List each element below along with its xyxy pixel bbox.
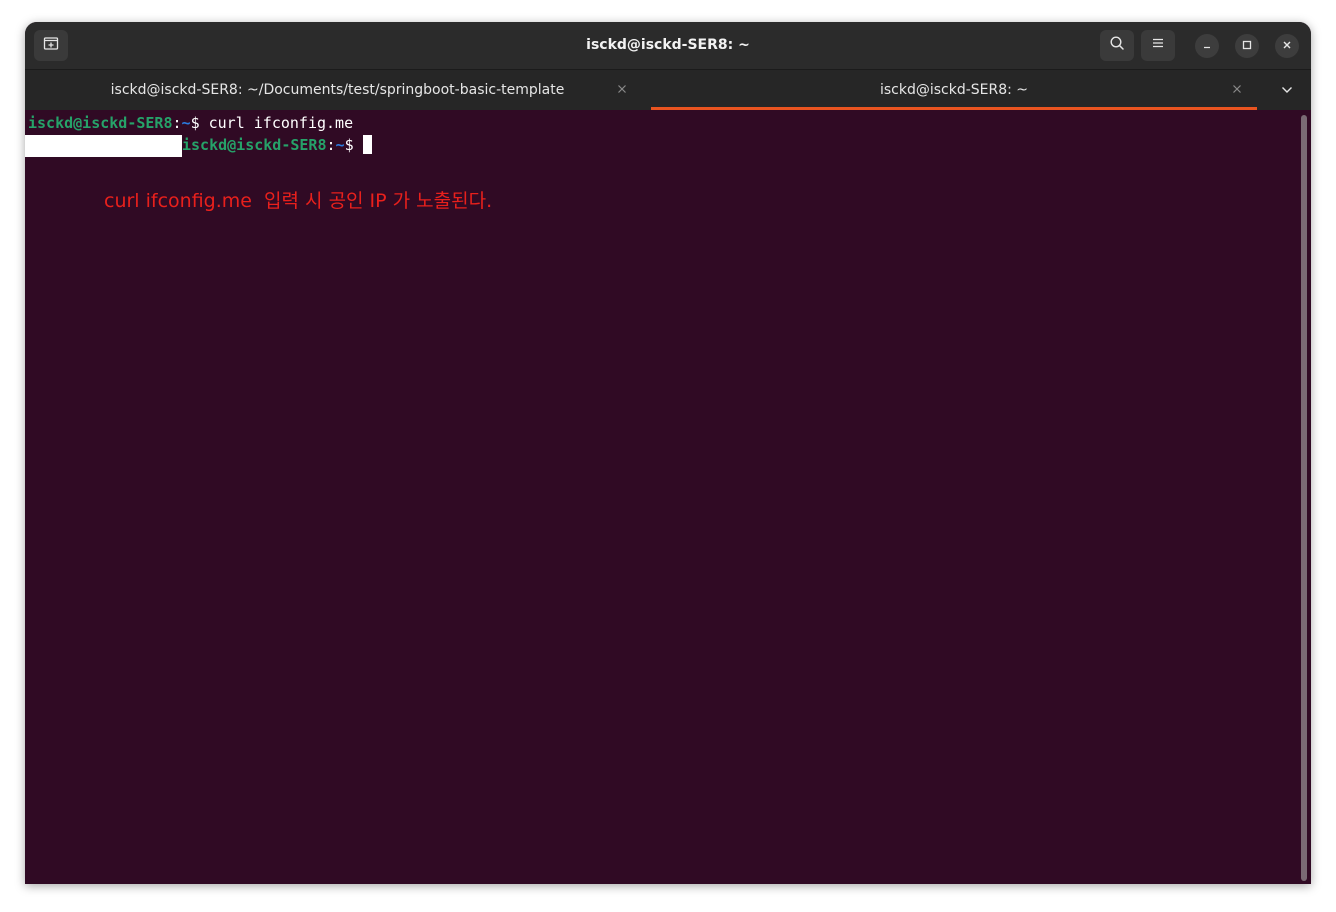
prompt-dollar: $ bbox=[344, 136, 363, 154]
search-button[interactable] bbox=[1100, 30, 1134, 61]
prompt-path: ~ bbox=[181, 114, 191, 132]
maximize-icon bbox=[1242, 37, 1252, 55]
tab-home-active[interactable]: isckd@isckd-SER8: ~ bbox=[651, 70, 1257, 110]
prompt-user-host: isckd@isckd-SER8 bbox=[182, 136, 327, 154]
chevron-down-icon bbox=[1281, 81, 1293, 99]
command-text: curl ifconfig.me bbox=[208, 114, 354, 132]
tab-close-icon bbox=[617, 82, 627, 98]
tab-close-button[interactable] bbox=[614, 82, 630, 98]
terminal-output[interactable]: isckd@isckd-SER8:~$ curl ifconfig.me isc… bbox=[25, 110, 1311, 884]
minimize-icon bbox=[1202, 37, 1212, 55]
prompt-user-host: isckd@isckd-SER8 bbox=[28, 114, 173, 132]
prompt-path: ~ bbox=[335, 136, 345, 154]
prompt-colon: : bbox=[326, 136, 336, 154]
annotation-note: curl ifconfig.me 입력 시 공인 IP 가 노출된다. bbox=[104, 190, 493, 212]
tab-close-button[interactable] bbox=[1229, 82, 1245, 98]
search-icon bbox=[1109, 35, 1125, 56]
title-bar: isckd@isckd-SER8: ~ bbox=[25, 22, 1311, 70]
terminal-window: isckd@isckd-SER8: ~ isckd@isckd-SER8: ~/… bbox=[25, 22, 1311, 884]
tab-overflow-button[interactable] bbox=[1275, 80, 1299, 100]
terminal-line: isckd@isckd-SER8:~$ bbox=[182, 134, 372, 156]
scrollbar[interactable] bbox=[1301, 115, 1307, 881]
terminal-line: isckd@isckd-SER8:~$ curl ifconfig.me bbox=[28, 112, 353, 134]
tab-close-icon bbox=[1232, 82, 1242, 98]
tab-label: isckd@isckd-SER8: ~ bbox=[879, 82, 1029, 98]
prompt-colon: : bbox=[172, 114, 182, 132]
prompt-dollar: $ bbox=[190, 114, 209, 132]
maximize-button[interactable] bbox=[1235, 34, 1259, 58]
tab-bar: isckd@isckd-SER8: ~/Documents/test/sprin… bbox=[25, 70, 1311, 110]
text-cursor bbox=[362, 135, 372, 154]
menu-button[interactable] bbox=[1141, 30, 1175, 61]
close-button[interactable] bbox=[1275, 34, 1299, 58]
hamburger-menu-icon bbox=[1151, 36, 1165, 55]
redacted-ip-output bbox=[25, 135, 182, 157]
tab-springboot-template[interactable]: isckd@isckd-SER8: ~/Documents/test/sprin… bbox=[25, 70, 650, 110]
tab-label: isckd@isckd-SER8: ~/Documents/test/sprin… bbox=[110, 82, 565, 98]
close-icon bbox=[1282, 37, 1292, 55]
minimize-button[interactable] bbox=[1195, 34, 1219, 58]
